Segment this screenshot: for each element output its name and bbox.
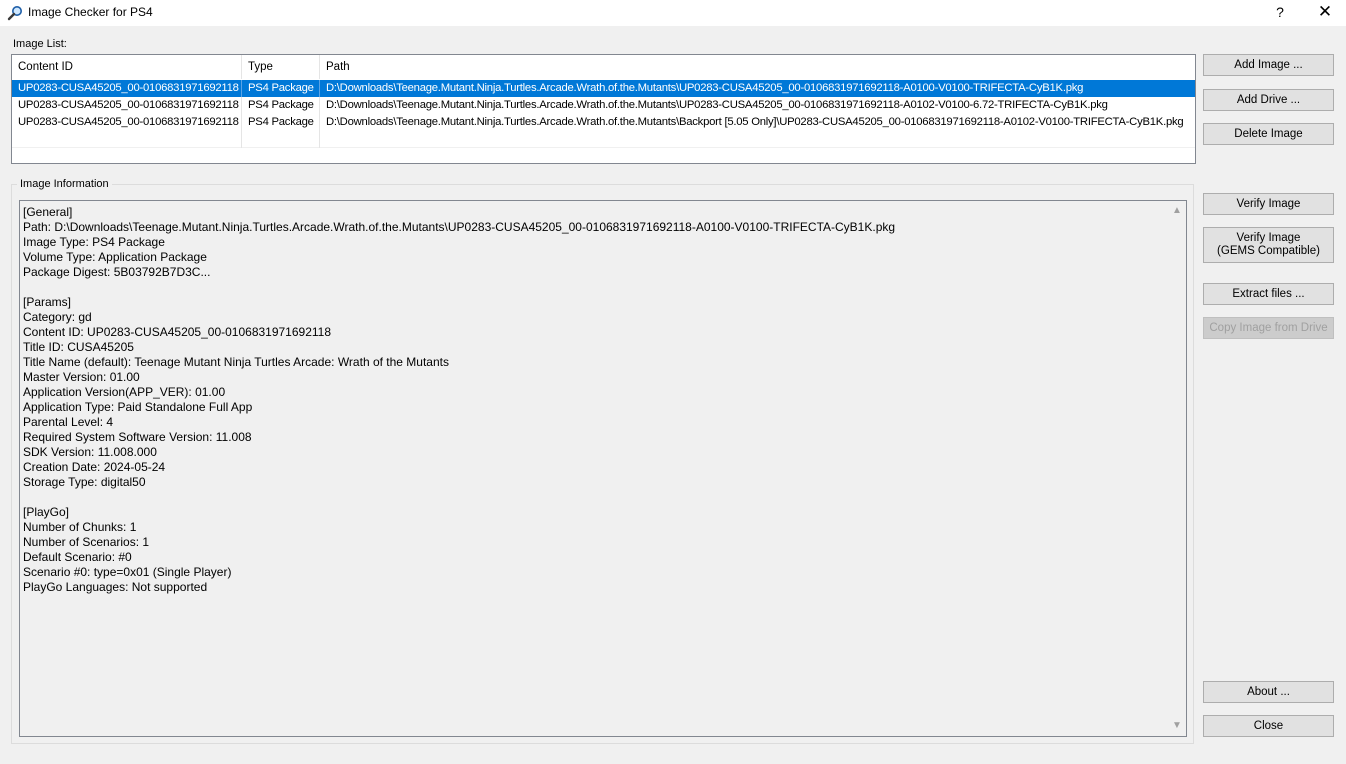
verify-gems-label-line2: (GEMS Compatible) <box>1217 245 1320 257</box>
info-line: Package Digest: 5B03792B7D3C... <box>23 265 211 279</box>
help-button[interactable]: ? <box>1262 0 1298 26</box>
info-line: Category: gd <box>23 310 92 324</box>
info-line: [General] <box>23 205 73 219</box>
list-item[interactable]: UP0283-CUSA45205_00-0106831971692118 PS4… <box>12 80 1195 97</box>
info-line: Image Type: PS4 Package <box>23 235 165 249</box>
delete-image-button[interactable]: Delete Image <box>1203 123 1334 145</box>
image-list-label: Image List: <box>13 38 67 50</box>
add-drive-button[interactable]: Add Drive ... <box>1203 89 1334 111</box>
info-line: Volume Type: Application Package <box>23 250 207 264</box>
empty-cell <box>242 131 320 148</box>
info-line: Application Version(APP_VER): 01.00 <box>23 385 226 399</box>
empty-list-row <box>12 131 1195 148</box>
info-line: SDK Version: 11.008.000 <box>23 445 157 459</box>
window-close-button[interactable]: ✕ <box>1304 0 1346 26</box>
info-line: [PlayGo] <box>23 505 70 519</box>
info-text-lines: [General] Path: D:\Downloads\Teenage.Muta… <box>23 205 1163 595</box>
copy-image-from-drive-button[interactable]: Copy Image from Drive <box>1203 317 1334 339</box>
cell-path: D:\Downloads\Teenage.Mutant.Ninja.Turtle… <box>326 116 1184 128</box>
cell-path: D:\Downloads\Teenage.Mutant.Ninja.Turtle… <box>326 99 1108 111</box>
cell-content-id: UP0283-CUSA45205_00-0106831971692118 <box>12 114 242 131</box>
empty-cell <box>12 131 242 148</box>
extract-files-button[interactable]: Extract files ... <box>1203 283 1334 305</box>
image-list-header: Content ID Type Path <box>12 55 1195 79</box>
info-line: Required System Software Version: 11.008 <box>23 430 252 444</box>
cell-path: D:\Downloads\Teenage.Mutant.Ninja.Turtle… <box>326 82 1084 94</box>
info-line: Creation Date: 2024-05-24 <box>23 460 166 474</box>
info-line: Title ID: CUSA45205 <box>23 340 134 354</box>
image-list[interactable]: Content ID Type Path UP0283-CUSA45205_00… <box>11 54 1196 164</box>
magnifier-icon <box>7 6 22 21</box>
info-line: Number of Scenarios: 1 <box>23 535 150 549</box>
column-header-type[interactable]: Type <box>242 55 320 79</box>
list-item[interactable]: UP0283-CUSA45205_00-0106831971692118 PS4… <box>12 114 1195 131</box>
info-line: Number of Chunks: 1 <box>23 520 137 534</box>
chevron-down-icon[interactable]: ▼ <box>1169 718 1185 734</box>
info-line: Path: D:\Downloads\Teenage.Mutant.Ninja.… <box>23 220 896 234</box>
info-line: Master Version: 01.00 <box>23 370 140 384</box>
cell-type: PS4 Package <box>242 80 320 97</box>
verify-image-gems-button[interactable]: Verify Image (GEMS Compatible) <box>1203 227 1334 263</box>
info-line <box>23 490 1163 505</box>
info-line: Scenario #0: type=0x01 (Single Player) <box>23 565 232 579</box>
info-line: PlayGo Languages: Not supported <box>23 580 208 594</box>
cell-content-id: UP0283-CUSA45205_00-0106831971692118 <box>12 80 242 97</box>
chevron-up-icon[interactable]: ▲ <box>1169 203 1185 219</box>
title-bar: Image Checker for PS4 ? ✕ <box>0 0 1346 26</box>
info-line: Application Type: Paid Standalone Full A… <box>23 400 253 414</box>
window-title: Image Checker for PS4 <box>28 5 153 19</box>
verify-image-button[interactable]: Verify Image <box>1203 193 1334 215</box>
info-line: Storage Type: digital50 <box>23 475 146 489</box>
info-line: Content ID: UP0283-CUSA45205_00-01068319… <box>23 325 332 339</box>
info-line: Parental Level: 4 <box>23 415 114 429</box>
info-line: Default Scenario: #0 <box>23 550 132 564</box>
verify-gems-label-line1: Verify Image <box>1236 232 1301 244</box>
image-information-label: Image Information <box>17 178 112 190</box>
about-button[interactable]: About ... <box>1203 681 1334 703</box>
info-line <box>23 280 1163 295</box>
image-information-text[interactable]: [General] Path: D:\Downloads\Teenage.Muta… <box>19 200 1187 737</box>
list-item[interactable]: UP0283-CUSA45205_00-0106831971692118 PS4… <box>12 97 1195 114</box>
close-button[interactable]: Close <box>1203 715 1334 737</box>
cell-type: PS4 Package <box>242 114 320 131</box>
column-header-content-id[interactable]: Content ID <box>12 55 242 79</box>
info-line: Title Name (default): Teenage Mutant Nin… <box>23 355 449 369</box>
cell-content-id: UP0283-CUSA45205_00-0106831971692118 <box>12 97 242 114</box>
cell-type: PS4 Package <box>242 97 320 114</box>
info-line: [Params] <box>23 295 72 309</box>
add-image-button[interactable]: Add Image ... <box>1203 54 1334 76</box>
column-header-path[interactable]: Path <box>320 55 1195 79</box>
